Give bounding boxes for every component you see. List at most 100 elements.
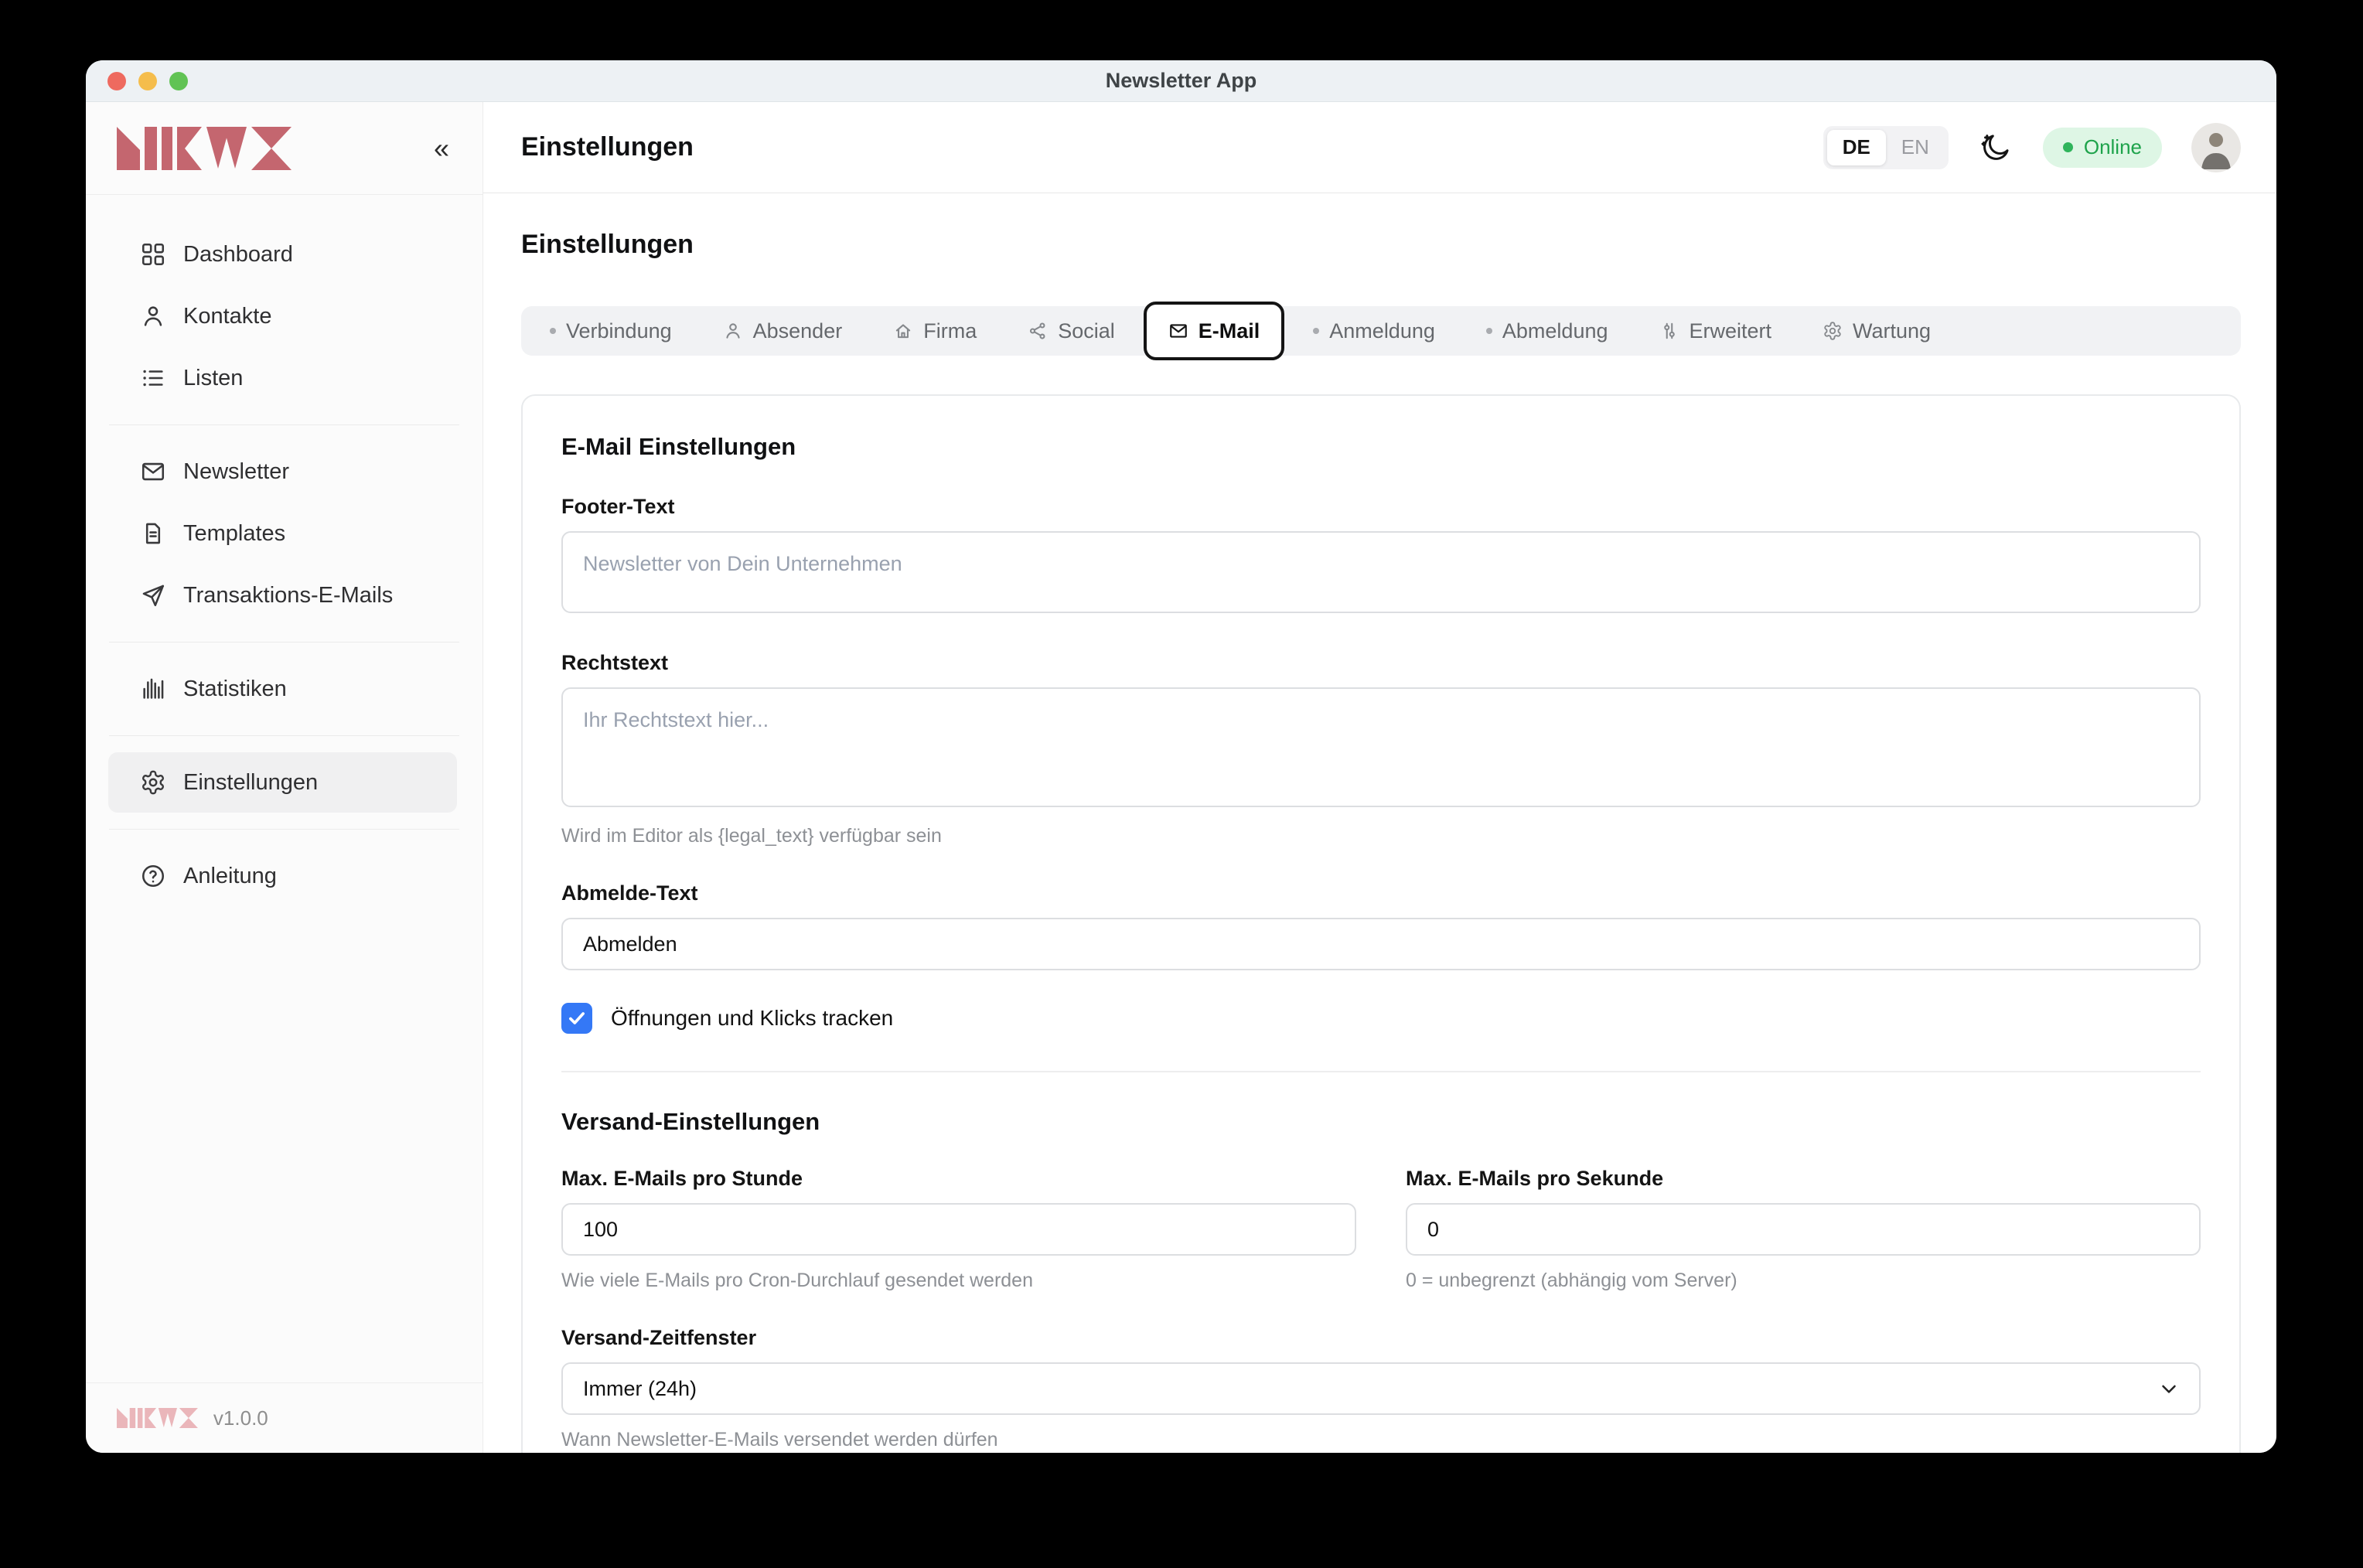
send-icon bbox=[140, 582, 166, 608]
sidebar-item-transaktions-emails[interactable]: Transaktions-E-Mails bbox=[108, 565, 457, 625]
settings-content: Einstellungen Verbindung Absender Firma bbox=[483, 193, 2276, 1453]
help-icon bbox=[140, 863, 166, 889]
sidebar-item-label: Kontakte bbox=[183, 304, 271, 329]
sidebar-version: v1.0.0 bbox=[86, 1382, 482, 1453]
sidebar-item-label: Anleitung bbox=[183, 864, 277, 889]
sidebar-divider bbox=[109, 735, 459, 736]
checkmark-icon bbox=[567, 1008, 587, 1028]
unsubscribe-text-label: Abmelde-Text bbox=[561, 881, 2201, 905]
lang-de-button[interactable]: DE bbox=[1827, 130, 1886, 165]
templates-icon bbox=[140, 520, 166, 547]
tab-abmeldung[interactable]: Abmeldung bbox=[1461, 306, 1634, 356]
window-title: Newsletter App bbox=[86, 69, 2276, 93]
sidebar-divider bbox=[109, 829, 459, 830]
settings-tabbar: Verbindung Absender Firma Social bbox=[521, 306, 2241, 356]
legal-text-label: Rechtstext bbox=[561, 651, 2201, 675]
unsubscribe-icon bbox=[1486, 328, 1492, 334]
lists-icon bbox=[140, 365, 166, 391]
sidebar-item-label: Newsletter bbox=[183, 459, 289, 485]
tab-absender[interactable]: Absender bbox=[697, 306, 868, 356]
home-icon bbox=[893, 321, 913, 341]
sidebar-item-statistiken[interactable]: Statistiken bbox=[108, 659, 457, 719]
sidebar-item-einstellungen[interactable]: Einstellungen bbox=[108, 752, 457, 813]
nkwx-logo bbox=[117, 127, 292, 170]
tracking-checkbox[interactable] bbox=[561, 1003, 592, 1034]
send-window-helper: Wann Newsletter-E-Mails versendet werden… bbox=[561, 1429, 2201, 1451]
moon-icon bbox=[1979, 131, 2012, 164]
send-window-select[interactable]: Immer (24h) bbox=[561, 1362, 2201, 1415]
page-title: Einstellungen bbox=[521, 230, 2241, 260]
footer-text-input[interactable] bbox=[561, 531, 2201, 613]
per-hour-helper: Wie viele E-Mails pro Cron-Durchlauf ges… bbox=[561, 1270, 1356, 1292]
per-second-label: Max. E-Mails pro Sekunde bbox=[1406, 1167, 2201, 1191]
contacts-icon bbox=[140, 303, 166, 329]
tab-email[interactable]: E-Mail bbox=[1144, 302, 1285, 360]
online-dot-icon bbox=[2063, 142, 2073, 152]
unsubscribe-text-input[interactable] bbox=[561, 918, 2201, 970]
chevron-down-icon bbox=[2157, 1377, 2181, 1400]
per-second-input[interactable] bbox=[1406, 1203, 2201, 1256]
email-settings-card: E-Mail Einstellungen Footer-Text Rechtst… bbox=[521, 394, 2241, 1453]
sidebar-collapse-button[interactable]: « bbox=[431, 131, 450, 165]
section-divider bbox=[561, 1071, 2201, 1072]
gear-icon bbox=[140, 769, 166, 796]
send-window-label: Versand-Zeitfenster bbox=[561, 1326, 2201, 1350]
status-text: Online bbox=[2084, 135, 2142, 159]
tracking-checkbox-label: Öffnungen und Klicks tracken bbox=[611, 1006, 893, 1031]
tab-erweitert[interactable]: Erweitert bbox=[1634, 306, 1798, 356]
sender-icon bbox=[723, 321, 743, 341]
newsletter-icon bbox=[140, 458, 166, 485]
sidebar-item-label: Dashboard bbox=[183, 242, 293, 268]
sidebar-item-listen[interactable]: Listen bbox=[108, 348, 457, 408]
connection-icon bbox=[550, 328, 556, 334]
sidebar-item-label: Statistiken bbox=[183, 677, 287, 702]
sidebar: « Dashboard Kontakte Listen bbox=[86, 102, 483, 1453]
send-window-value: Immer (24h) bbox=[583, 1377, 697, 1401]
app-window: Newsletter App « bbox=[86, 60, 2276, 1453]
per-second-helper: 0 = unbegrenzt (abhängig vom Server) bbox=[1406, 1270, 2201, 1292]
legal-text-input[interactable] bbox=[561, 687, 2201, 807]
tab-social[interactable]: Social bbox=[1002, 306, 1141, 356]
share-icon bbox=[1028, 321, 1048, 341]
sidebar-item-label: Einstellungen bbox=[183, 770, 318, 796]
section-title-email: E-Mail Einstellungen bbox=[561, 433, 2201, 461]
user-avatar[interactable] bbox=[2191, 123, 2241, 172]
sidebar-nav: Dashboard Kontakte Listen Newsletter bbox=[86, 195, 482, 1382]
dark-mode-toggle[interactable] bbox=[1978, 130, 2013, 165]
tab-wartung[interactable]: Wartung bbox=[1797, 306, 1956, 356]
nkwx-logo-small bbox=[117, 1408, 198, 1428]
legal-text-helper: Wird im Editor als {legal_text} verfügba… bbox=[561, 825, 2201, 847]
sidebar-item-kontakte[interactable]: Kontakte bbox=[108, 286, 457, 346]
dashboard-icon bbox=[140, 241, 166, 268]
section-title-versand: Versand-Einstellungen bbox=[561, 1108, 2201, 1136]
app-version: v1.0.0 bbox=[213, 1406, 268, 1430]
sidebar-divider bbox=[109, 642, 459, 643]
sidebar-divider bbox=[109, 424, 459, 425]
stats-icon bbox=[140, 676, 166, 702]
footer-text-label: Footer-Text bbox=[561, 495, 2201, 519]
sliders-icon bbox=[1659, 321, 1679, 341]
email-icon bbox=[1168, 321, 1188, 341]
tab-verbindung[interactable]: Verbindung bbox=[524, 306, 697, 356]
per-hour-label: Max. E-Mails pro Stunde bbox=[561, 1167, 1356, 1191]
window-titlebar: Newsletter App bbox=[86, 60, 2276, 102]
signup-icon bbox=[1313, 328, 1319, 334]
status-badge: Online bbox=[2043, 128, 2162, 168]
sidebar-item-label: Listen bbox=[183, 366, 243, 391]
tab-firma[interactable]: Firma bbox=[868, 306, 1002, 356]
header-title: Einstellungen bbox=[521, 132, 694, 162]
tab-anmeldung[interactable]: Anmeldung bbox=[1287, 306, 1461, 356]
lang-en-button[interactable]: EN bbox=[1886, 130, 1945, 165]
language-toggle: DE EN bbox=[1823, 126, 1949, 169]
per-hour-input[interactable] bbox=[561, 1203, 1356, 1256]
page-header: Einstellungen DE EN Online bbox=[483, 102, 2276, 193]
sidebar-item-label: Transaktions-E-Mails bbox=[183, 583, 393, 608]
sidebar-item-anleitung[interactable]: Anleitung bbox=[108, 846, 457, 906]
sidebar-item-templates[interactable]: Templates bbox=[108, 503, 457, 564]
sidebar-item-dashboard[interactable]: Dashboard bbox=[108, 224, 457, 285]
maintenance-gear-icon bbox=[1823, 321, 1843, 341]
tracking-checkbox-row[interactable]: Öffnungen und Klicks tracken bbox=[561, 1003, 2201, 1034]
avatar-image bbox=[2191, 123, 2241, 172]
sidebar-item-newsletter[interactable]: Newsletter bbox=[108, 441, 457, 502]
sidebar-item-label: Templates bbox=[183, 521, 285, 547]
